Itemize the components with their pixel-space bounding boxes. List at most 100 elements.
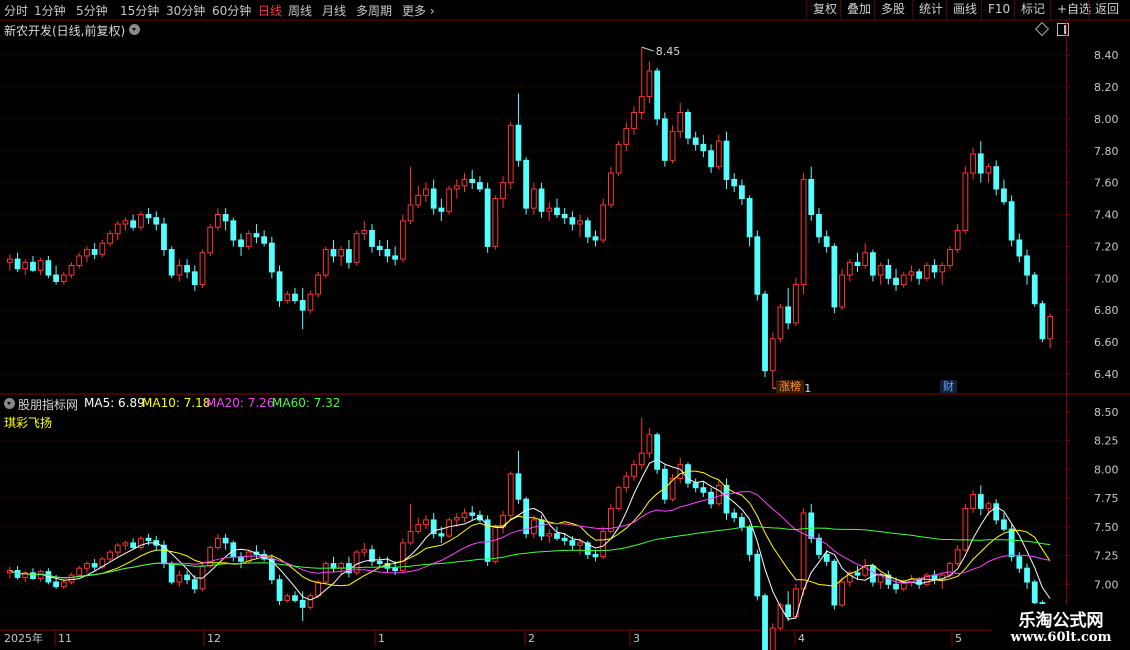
main-candle [777, 306, 784, 340]
main-candle [107, 233, 113, 244]
main-candle [122, 220, 129, 225]
main-candle [30, 261, 36, 271]
indicator-candle [561, 537, 568, 542]
time-label: 2025年 [4, 631, 43, 645]
main-candle [615, 143, 622, 174]
indicator-candle [623, 475, 630, 489]
indicator-candle [315, 581, 321, 597]
main-candle [685, 112, 691, 139]
main-candle [199, 252, 206, 286]
main-candle [361, 229, 368, 235]
indicator-candle [1008, 528, 1015, 558]
main-candle [99, 242, 106, 255]
price-label: 7.60 [1094, 177, 1119, 190]
main-candle [307, 293, 314, 311]
main-candle [438, 207, 445, 212]
main-candle [939, 265, 946, 273]
indicator-candle [715, 484, 722, 505]
main-candle [723, 140, 730, 180]
main-candle [839, 274, 845, 308]
main-candle [1001, 188, 1007, 203]
main-candle [161, 223, 167, 251]
main-candle [384, 249, 391, 257]
main-candle [484, 188, 491, 247]
main-candle [261, 236, 268, 244]
indicator-candle [577, 542, 583, 546]
indicator-candle [993, 503, 1000, 521]
main-candle [962, 172, 969, 231]
time-label: 4 [798, 632, 805, 645]
main-candle [715, 140, 722, 168]
main-candle [993, 166, 1000, 190]
ma5-line [9, 459, 1051, 620]
indicator-candle [299, 599, 306, 608]
main-candle [862, 252, 869, 266]
main-candle [1024, 255, 1030, 276]
indicator-candle [284, 595, 291, 601]
badge-cai[interactable]: 财 [940, 380, 957, 393]
main-candle [600, 204, 607, 241]
watermark-url: www.60lt.com [1010, 630, 1112, 645]
price-label: 6.80 [1094, 304, 1119, 317]
main-candle [908, 271, 915, 276]
indicator-candle [554, 533, 560, 539]
watermark-title: 乐淘公式网 [1018, 611, 1104, 631]
price-label: 7.40 [1094, 209, 1119, 222]
badge-zhangbang[interactable]: 涨榜 [776, 380, 804, 393]
main-candle [338, 249, 345, 257]
time-label: 11 [58, 632, 72, 645]
main-candle [477, 182, 483, 190]
main-candle [430, 188, 437, 209]
main-candle [893, 277, 899, 286]
price-label: 8.40 [1094, 49, 1119, 62]
ma5-value: MA5: 6.89 [84, 396, 145, 410]
chart-canvas: 8.40 8.20 8.00 7.80 7.60 7.40 7.20 7.00 6.80 6.60… [0, 19, 1130, 650]
main-candle [207, 226, 214, 254]
indicator-candle [769, 627, 776, 650]
time-label: 12 [207, 632, 221, 645]
main-candle [800, 178, 807, 286]
indicator-candle [762, 595, 768, 650]
indicator-candle [1016, 556, 1023, 569]
main-candle [561, 214, 568, 219]
indicator-candle [631, 464, 637, 477]
main-candle [53, 274, 59, 282]
indicator-candle [1001, 519, 1007, 530]
main-candle [507, 124, 514, 184]
indicator-candle [376, 560, 383, 565]
indicator-price-label: 7.00 [1094, 578, 1119, 591]
main-candle [554, 207, 560, 215]
indicator-candle [1031, 581, 1038, 604]
indicator-candle [361, 549, 368, 553]
main-candle [692, 137, 699, 145]
chevron-down-icon[interactable] [4, 398, 15, 409]
main-candle [823, 236, 830, 247]
main-candle [461, 178, 468, 187]
time-label: 5 [955, 632, 962, 645]
indicator-candle [438, 533, 445, 537]
main-candle [546, 207, 553, 212]
main-candle [708, 150, 714, 168]
main-candle [631, 112, 637, 129]
indicator-candle [970, 494, 976, 509]
indicator-candle [839, 581, 845, 606]
main-candle [215, 214, 221, 228]
main-candle [762, 293, 768, 372]
indicator-candle [307, 595, 314, 608]
indicator-candle [176, 574, 183, 583]
main-candle [854, 261, 861, 266]
main-candle [638, 96, 645, 113]
indicator-candle [76, 567, 83, 576]
indicator-candle [492, 526, 499, 562]
main-candle [985, 166, 992, 174]
main-candle [330, 249, 337, 257]
main-candle [268, 242, 275, 273]
main-candle [91, 249, 98, 255]
indicator-name: 股朋指标网 [18, 398, 79, 412]
price-label: 8.20 [1094, 81, 1119, 94]
main-candle [238, 239, 244, 247]
indicator-candle [947, 563, 953, 576]
indicator-candle [893, 583, 899, 590]
time-label: 3 [633, 632, 640, 645]
indicator-candle [276, 579, 283, 601]
